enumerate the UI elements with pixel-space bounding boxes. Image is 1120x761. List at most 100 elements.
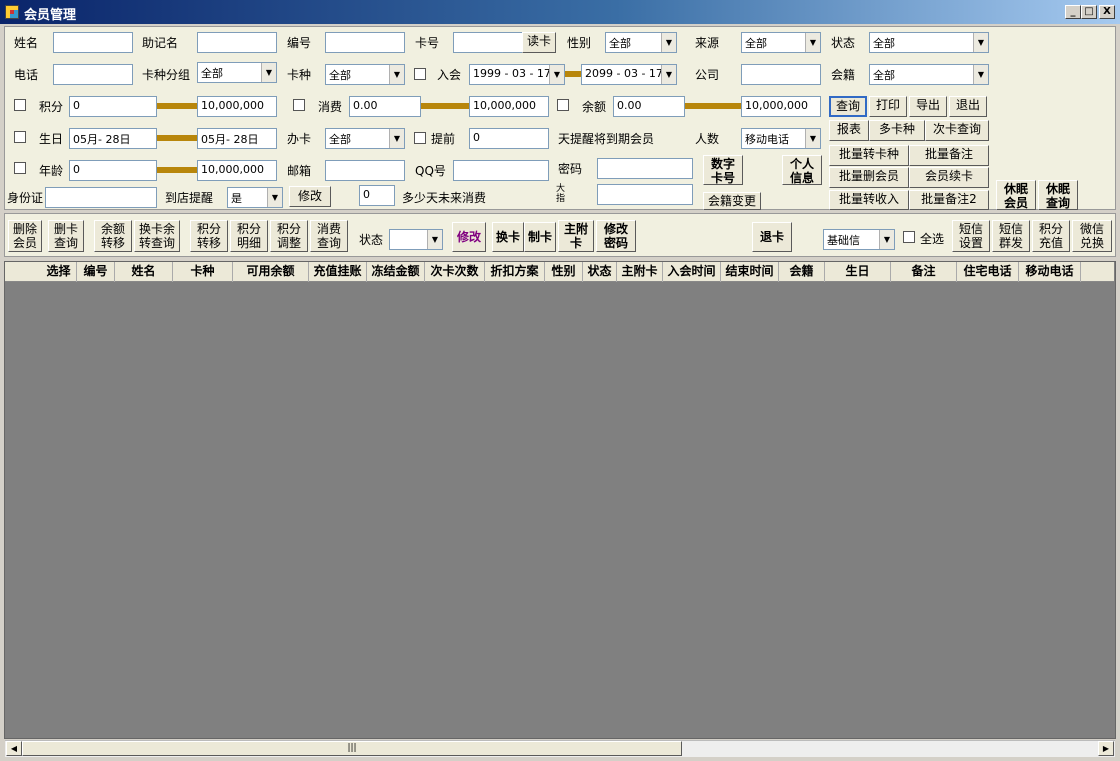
- exit-button[interactable]: 退出: [949, 96, 987, 117]
- delete-member-button[interactable]: 删除 会员: [8, 220, 42, 252]
- code-input[interactable]: [325, 32, 405, 53]
- close-button[interactable]: X: [1099, 5, 1115, 19]
- consume-max-input[interactable]: 10,000,000: [469, 96, 549, 117]
- points-max-input[interactable]: 10,000,000: [197, 96, 277, 117]
- status-select[interactable]: 全部 ▼: [869, 32, 989, 53]
- points-checkbox[interactable]: [14, 99, 26, 111]
- column-header[interactable]: 选择: [41, 262, 77, 282]
- balance-min-input[interactable]: 0.00: [613, 96, 685, 117]
- mnemonic-input[interactable]: [197, 32, 277, 53]
- consume-query-button[interactable]: 消费 查询: [310, 220, 348, 252]
- extra-input[interactable]: [597, 184, 693, 205]
- people-select[interactable]: 移动电话 ▼: [741, 128, 821, 149]
- gender-select[interactable]: 全部 ▼: [605, 32, 677, 53]
- times-card-query-button[interactable]: 次卡查询: [925, 120, 989, 141]
- column-header[interactable]: 卡种: [173, 262, 233, 282]
- join-from-date[interactable]: 1999 - 03 - 17 ▼: [469, 64, 565, 85]
- points-adjust-button[interactable]: 积分 调整: [270, 220, 308, 252]
- modify-button[interactable]: 修改: [452, 222, 486, 252]
- minimize-button[interactable]: _: [1065, 5, 1081, 19]
- name-input[interactable]: [53, 32, 133, 53]
- column-header[interactable]: 可用余额: [233, 262, 309, 282]
- refund-card-button[interactable]: 退卡: [752, 222, 792, 252]
- days-input[interactable]: 0: [359, 185, 395, 206]
- wechat-redeem-button[interactable]: 微信 兑换: [1072, 220, 1112, 252]
- balance-max-input[interactable]: 10,000,000: [741, 96, 821, 117]
- batch-delete-button[interactable]: 批量删会员: [829, 167, 909, 188]
- toolbar-status-select[interactable]: ▼: [389, 229, 443, 250]
- card-no-input[interactable]: [453, 32, 523, 53]
- column-header[interactable]: 主附卡: [617, 262, 663, 282]
- query-button[interactable]: 查询: [829, 96, 867, 117]
- card-type-select[interactable]: 全部 ▼: [325, 64, 405, 85]
- qq-input[interactable]: [453, 160, 549, 181]
- email-input[interactable]: [325, 160, 405, 181]
- sleep-query-button[interactable]: 休眠 查询: [1038, 180, 1078, 210]
- balance-checkbox[interactable]: [557, 99, 569, 111]
- password-input[interactable]: [597, 158, 693, 179]
- column-header[interactable]: 编号: [77, 262, 115, 282]
- column-header[interactable]: 入会时间: [663, 262, 721, 282]
- batch-note2-button[interactable]: 批量备注2: [909, 190, 989, 210]
- birthday-from-input[interactable]: 05月- 28日: [69, 128, 157, 149]
- batch-card-type-button[interactable]: 批量转卡种: [829, 145, 909, 166]
- scroll-left-button[interactable]: ◀: [6, 741, 22, 756]
- age-checkbox[interactable]: [14, 162, 26, 174]
- report-button[interactable]: 报表: [829, 120, 869, 141]
- delete-card-query-button[interactable]: 删卡 查询: [48, 220, 84, 252]
- points-min-input[interactable]: 0: [69, 96, 157, 117]
- points-transfer-button[interactable]: 积分 转移: [190, 220, 228, 252]
- print-button[interactable]: 打印: [869, 96, 907, 117]
- sleep-member-button[interactable]: 休眠 会员: [996, 180, 1036, 210]
- column-header[interactable]: 结束时间: [721, 262, 779, 282]
- personal-info-button[interactable]: 个人 信息: [782, 155, 822, 185]
- renew-card-button[interactable]: 会员续卡: [909, 167, 989, 188]
- column-header[interactable]: 折扣方案: [485, 262, 545, 282]
- issue-select[interactable]: 全部 ▼: [325, 128, 405, 149]
- select-all-checkbox[interactable]: [903, 231, 915, 243]
- column-header[interactable]: 移动电话: [1019, 262, 1081, 282]
- column-header[interactable]: 会籍: [779, 262, 825, 282]
- join-checkbox[interactable]: [414, 68, 426, 80]
- consume-min-input[interactable]: 0.00: [349, 96, 421, 117]
- origin-select[interactable]: 全部 ▼: [869, 64, 989, 85]
- column-header[interactable]: 住宅电话: [957, 262, 1019, 282]
- basic-info-select[interactable]: 基础信 ▼: [823, 229, 895, 250]
- main-sub-card-button[interactable]: 主附 卡: [558, 220, 594, 252]
- age-min-input[interactable]: 0: [69, 160, 157, 181]
- export-button[interactable]: 导出: [909, 96, 947, 117]
- make-card-button[interactable]: 制卡: [524, 222, 556, 252]
- origin-change-button[interactable]: 会籍变更: [703, 192, 761, 210]
- column-header[interactable]: 生日: [825, 262, 891, 282]
- sms-settings-button[interactable]: 短信 设置: [952, 220, 990, 252]
- birthday-to-input[interactable]: 05月- 28日: [197, 128, 277, 149]
- column-header[interactable]: 冻结金额: [367, 262, 425, 282]
- swap-balance-query-button[interactable]: 换卡余 转查询: [134, 220, 180, 252]
- digit-card-button[interactable]: 数字 卡号: [703, 155, 743, 185]
- column-header[interactable]: 次卡次数: [425, 262, 485, 282]
- column-header[interactable]: 状态: [583, 262, 617, 282]
- column-header[interactable]: 备注: [891, 262, 957, 282]
- column-header[interactable]: 充值挂账: [309, 262, 367, 282]
- phone-input[interactable]: [53, 64, 133, 85]
- balance-transfer-button[interactable]: 余额 转移: [94, 220, 132, 252]
- batch-income-button[interactable]: 批量转收入: [829, 190, 909, 210]
- scroll-thumb[interactable]: |||: [22, 741, 682, 756]
- birthday-checkbox[interactable]: [14, 131, 26, 143]
- member-grid[interactable]: [4, 261, 1116, 739]
- points-recharge-button[interactable]: 积分 充值: [1032, 220, 1070, 252]
- join-to-date[interactable]: 2099 - 03 - 17 ▼: [581, 64, 677, 85]
- maximize-button[interactable]: □: [1081, 5, 1097, 19]
- column-header[interactable]: 性别: [545, 262, 583, 282]
- swap-card-button[interactable]: 换卡: [492, 222, 524, 252]
- multi-card-button[interactable]: 多卡种: [869, 120, 925, 141]
- change-password-button[interactable]: 修改 密码: [596, 220, 636, 252]
- card-group-select[interactable]: 全部 ▼: [197, 62, 277, 83]
- consume-checkbox[interactable]: [293, 99, 305, 111]
- advance-days-input[interactable]: 0: [469, 128, 549, 149]
- company-input[interactable]: [741, 64, 821, 85]
- source-select[interactable]: 全部 ▼: [741, 32, 821, 53]
- points-detail-button[interactable]: 积分 明细: [230, 220, 268, 252]
- visit-reminder-select[interactable]: 是 ▼: [227, 187, 283, 208]
- batch-note-button[interactable]: 批量备注: [909, 145, 989, 166]
